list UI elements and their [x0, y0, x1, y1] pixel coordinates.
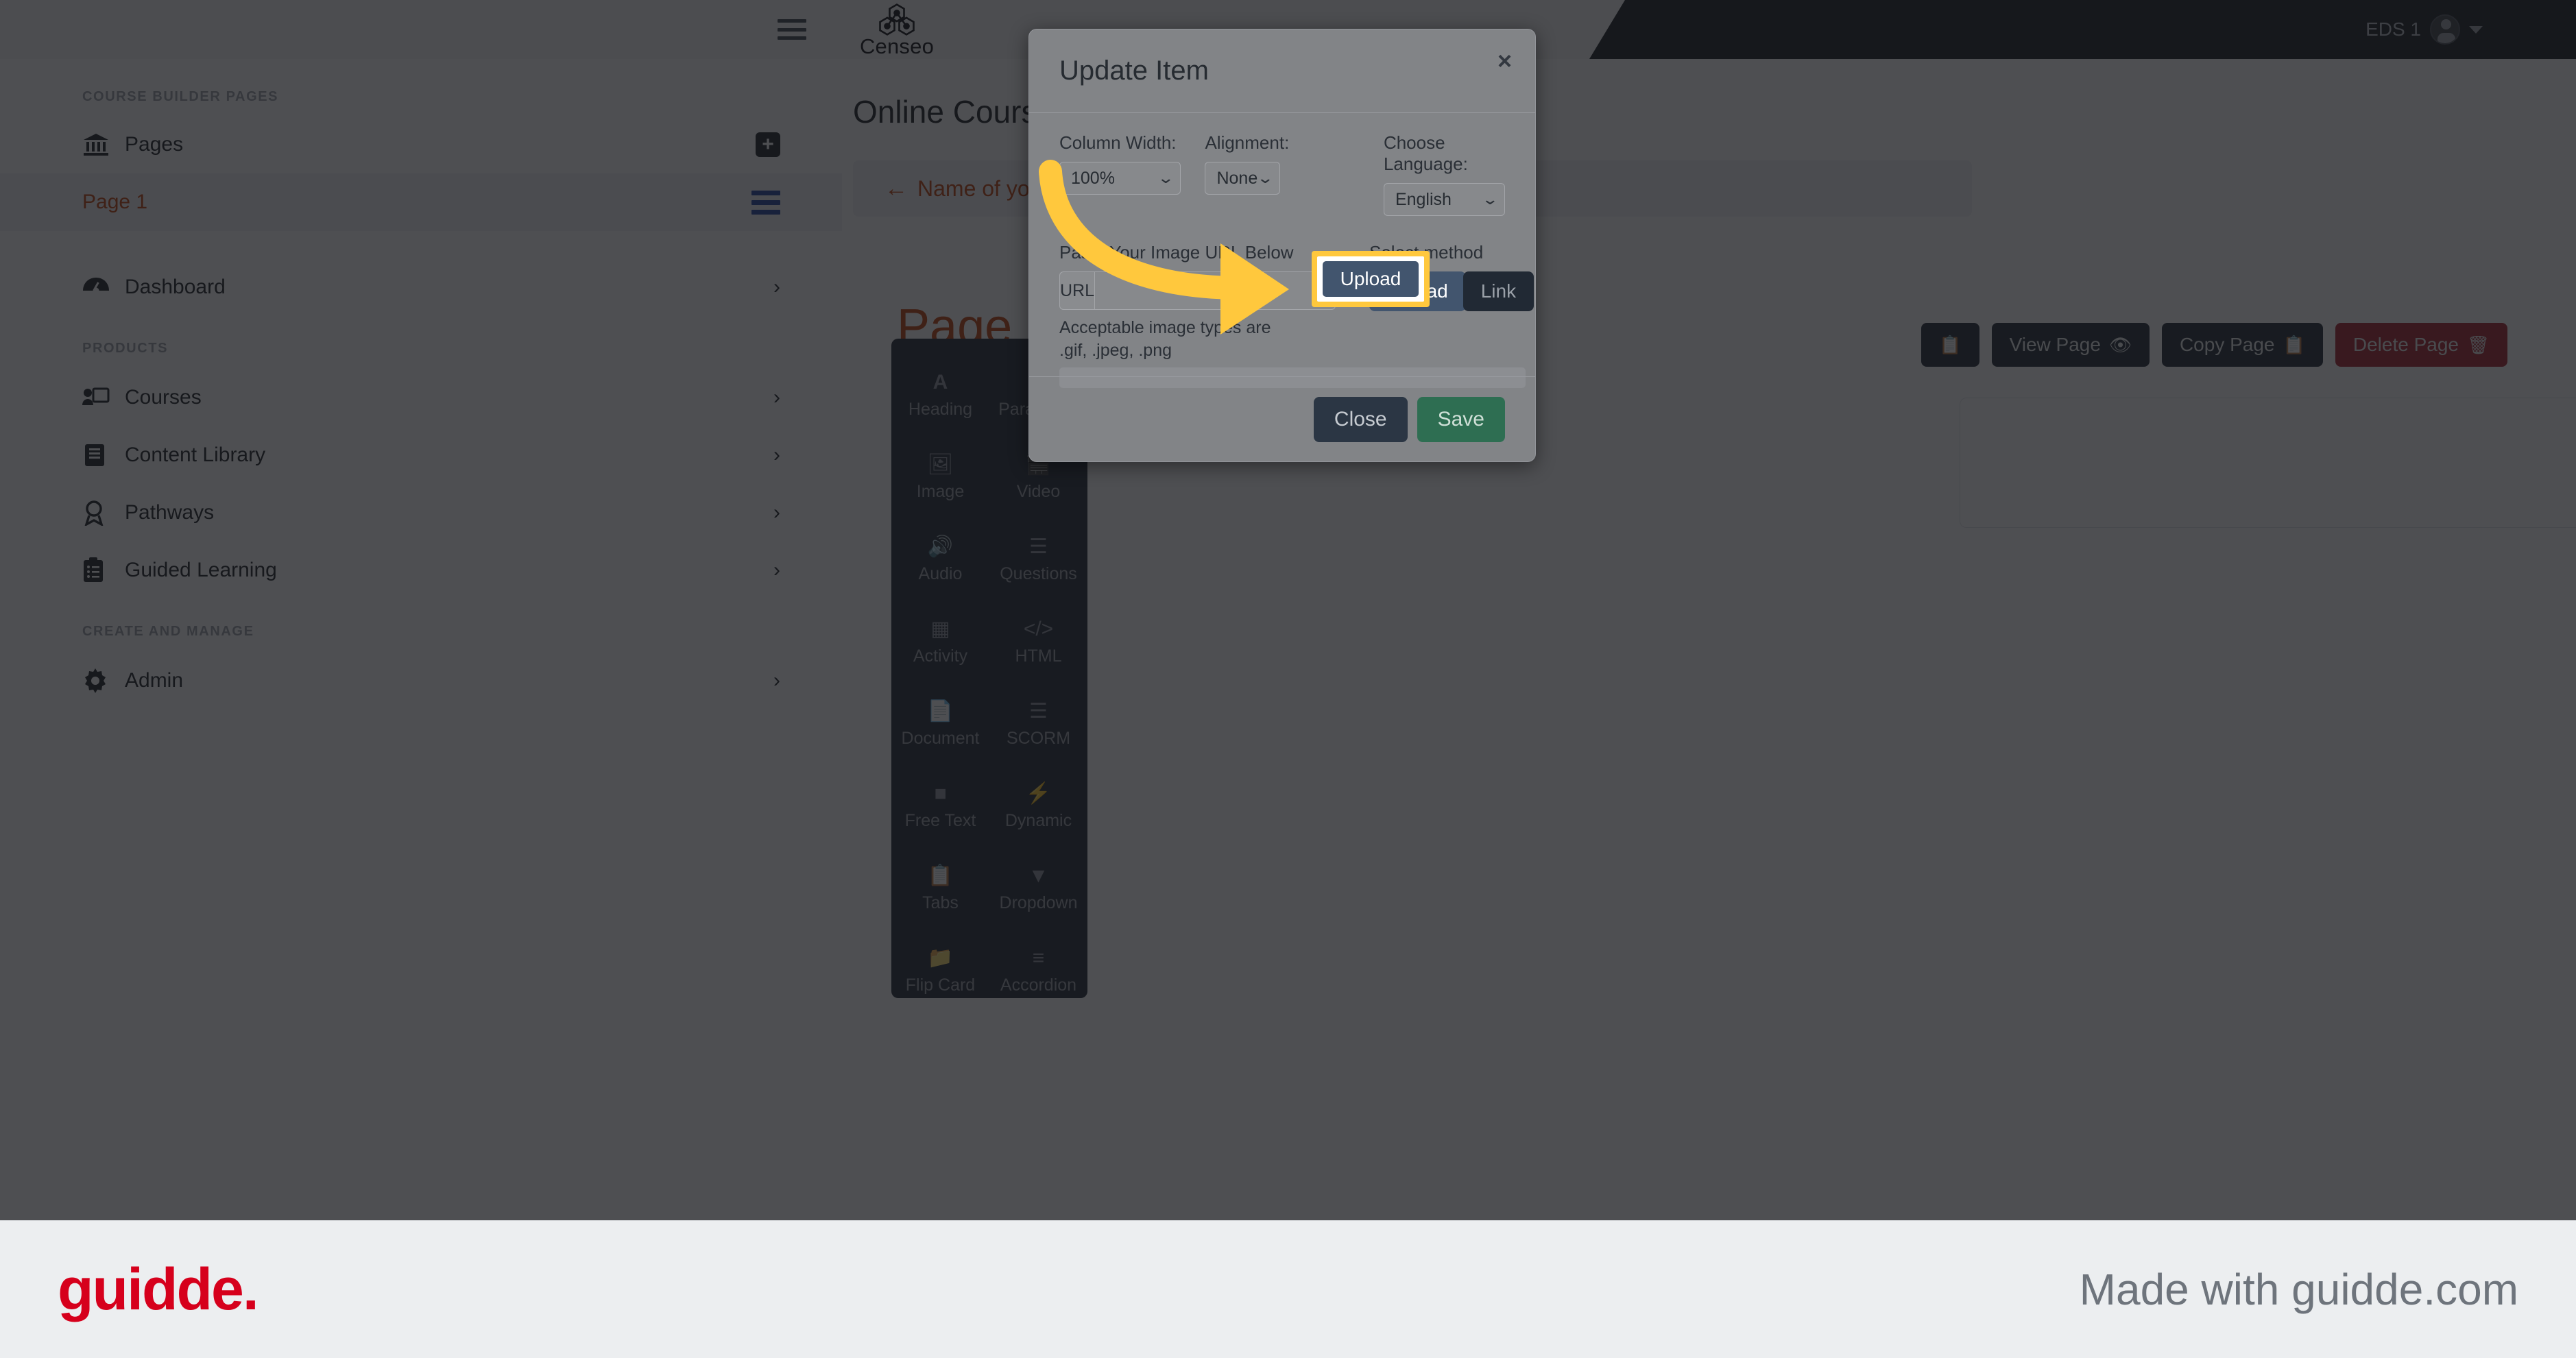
modal-footer: Close Save	[1029, 376, 1535, 461]
close-button[interactable]: Close	[1313, 396, 1408, 442]
modal-header: Update Item ×	[1029, 29, 1535, 113]
guidde-tagline: Made with guidde.com	[2079, 1265, 2518, 1314]
alignment-label: Alignment:	[1205, 132, 1290, 153]
guidde-footer: guidde. Made with guidde.com	[0, 1220, 2576, 1358]
modal-title: Update Item	[1059, 56, 1209, 86]
upload-button-highlight: Upload	[1312, 251, 1430, 307]
guidde-logo: guidde.	[58, 1256, 259, 1322]
application-window: Censeo EDS 1 COURSE BUILDER PAGES	[0, 0, 2576, 1220]
chevron-down-icon: ⌄	[1480, 191, 1499, 208]
save-button[interactable]: Save	[1417, 396, 1505, 442]
column-width-label: Column Width:	[1059, 132, 1177, 153]
guidde-arrow-annotation	[1039, 160, 1289, 335]
screenshot-root: Censeo EDS 1 COURSE BUILDER PAGES	[0, 0, 2576, 1358]
link-method-button[interactable]: Link	[1462, 271, 1534, 311]
upload-button[interactable]: Upload	[1323, 261, 1419, 297]
close-icon[interactable]: ×	[1497, 49, 1512, 73]
